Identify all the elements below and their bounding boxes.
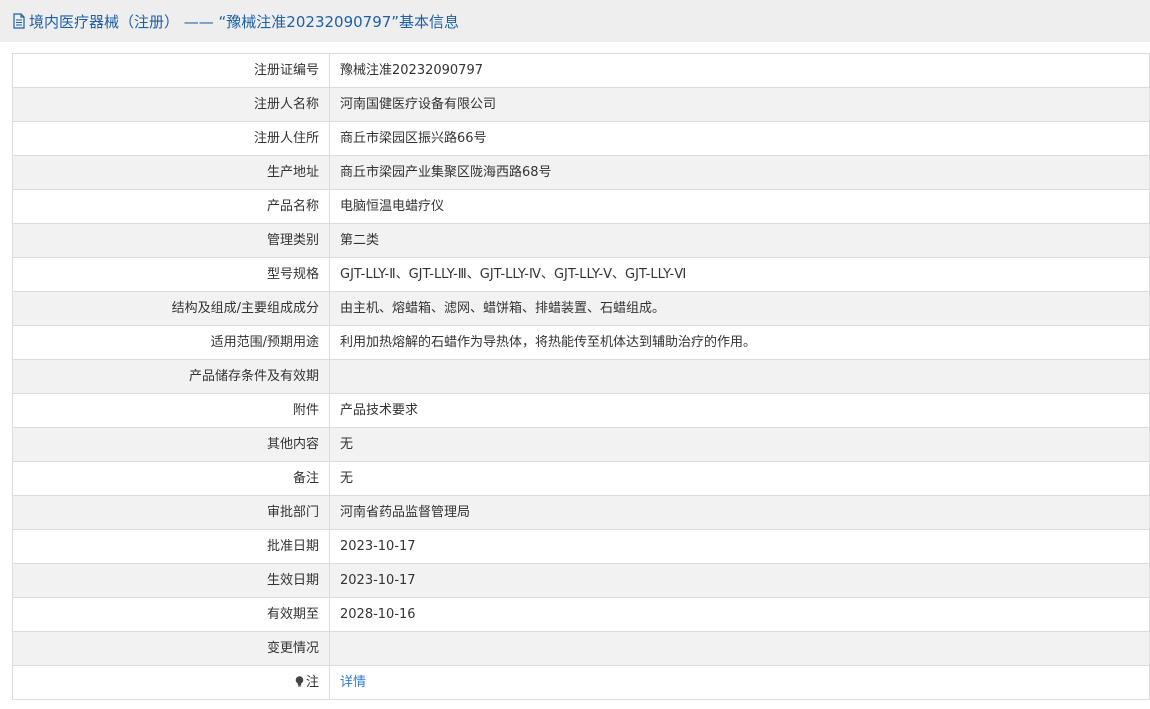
document-icon: [12, 13, 26, 29]
row-value: 2023-10-17: [329, 529, 1150, 564]
table-row: 产品名称 电脑恒温电蜡疗仪: [12, 189, 1150, 224]
row-value: 河南省药品监督管理局: [329, 495, 1150, 530]
row-label: 生产地址: [12, 155, 330, 190]
table-row: 其他内容 无: [12, 427, 1150, 462]
note-value-cell: 详情: [329, 665, 1150, 700]
row-label: 变更情况: [12, 631, 330, 666]
row-label: 其他内容: [12, 427, 330, 462]
row-value: 豫械注准20232090797: [329, 53, 1150, 88]
row-label: 备注: [12, 461, 330, 496]
table-row: 型号规格 GJT-LLY-Ⅱ、GJT-LLY-Ⅲ、GJT-LLY-Ⅳ、GJT-L…: [12, 257, 1150, 292]
row-label: 审批部门: [12, 495, 330, 530]
table-row: 生效日期 2023-10-17: [12, 563, 1150, 598]
table-row: 变更情况: [12, 631, 1150, 666]
row-label: 产品储存条件及有效期: [12, 359, 330, 394]
table-row: 附件 产品技术要求: [12, 393, 1150, 428]
row-value: 无: [329, 461, 1150, 496]
row-label: 结构及组成/主要组成成分: [12, 291, 330, 326]
row-label: 有效期至: [12, 597, 330, 632]
row-label: 注册人住所: [12, 121, 330, 156]
table-row: 批准日期 2023-10-17: [12, 529, 1150, 564]
row-value: 2023-10-17: [329, 563, 1150, 598]
details-link[interactable]: 详情: [340, 675, 366, 690]
row-value: 电脑恒温电蜡疗仪: [329, 189, 1150, 224]
note-label-cell: 注: [12, 665, 330, 700]
row-label: 注册证编号: [12, 53, 330, 88]
table-row: 管理类别 第二类: [12, 223, 1150, 258]
row-label: 型号规格: [12, 257, 330, 292]
row-value: 由主机、熔蜡箱、滤网、蜡饼箱、排蜡装置、石蜡组成。: [329, 291, 1150, 326]
table-row: 有效期至 2028-10-16: [12, 597, 1150, 632]
page-header: 境内医疗器械（注册） —— “豫械注准20232090797”基本信息: [0, 0, 1150, 42]
page-title: 境内医疗器械（注册） —— “豫械注准20232090797”基本信息: [29, 12, 460, 31]
row-value: 商丘市梁园产业集聚区陇海西路68号: [329, 155, 1150, 190]
row-value: 第二类: [329, 223, 1150, 258]
row-label: 生效日期: [12, 563, 330, 598]
table-row: 备注 无: [12, 461, 1150, 496]
row-value: 利用加热熔解的石蜡作为导热体，将热能传至机体达到辅助治疗的作用。: [329, 325, 1150, 360]
row-value: 河南国健医疗设备有限公司: [329, 87, 1150, 122]
row-value: 2028-10-16: [329, 597, 1150, 632]
row-value: 产品技术要求: [329, 393, 1150, 428]
table-row: 注册人住所 商丘市梁园区振兴路66号: [12, 121, 1150, 156]
table-row: 产品储存条件及有效期: [12, 359, 1150, 394]
row-value: GJT-LLY-Ⅱ、GJT-LLY-Ⅲ、GJT-LLY-Ⅳ、GJT-LLY-Ⅴ、…: [329, 257, 1150, 292]
table-row: 审批部门 河南省药品监督管理局: [12, 495, 1150, 530]
table-row-note: 注 详情: [12, 665, 1150, 700]
row-value: 商丘市梁园区振兴路66号: [329, 121, 1150, 156]
row-label: 批准日期: [12, 529, 330, 564]
lightbulb-icon: [295, 667, 304, 687]
row-value: [329, 359, 1150, 394]
row-label: 附件: [12, 393, 330, 428]
row-label: 管理类别: [12, 223, 330, 258]
info-table: 注册证编号 豫械注准20232090797 注册人名称 河南国健医疗设备有限公司…: [12, 53, 1150, 700]
table-row: 结构及组成/主要组成成分 由主机、熔蜡箱、滤网、蜡饼箱、排蜡装置、石蜡组成。: [12, 291, 1150, 326]
row-value: [329, 631, 1150, 666]
note-label: 注: [305, 675, 319, 690]
table-row: 注册证编号 豫械注准20232090797: [12, 53, 1150, 88]
row-label: 注册人名称: [12, 87, 330, 122]
row-value: 无: [329, 427, 1150, 462]
row-label: 产品名称: [12, 189, 330, 224]
row-label: 适用范围/预期用途: [12, 325, 330, 360]
table-row: 注册人名称 河南国健医疗设备有限公司: [12, 87, 1150, 122]
table-row: 生产地址 商丘市梁园产业集聚区陇海西路68号: [12, 155, 1150, 190]
table-row: 适用范围/预期用途 利用加热熔解的石蜡作为导热体，将热能传至机体达到辅助治疗的作…: [12, 325, 1150, 360]
